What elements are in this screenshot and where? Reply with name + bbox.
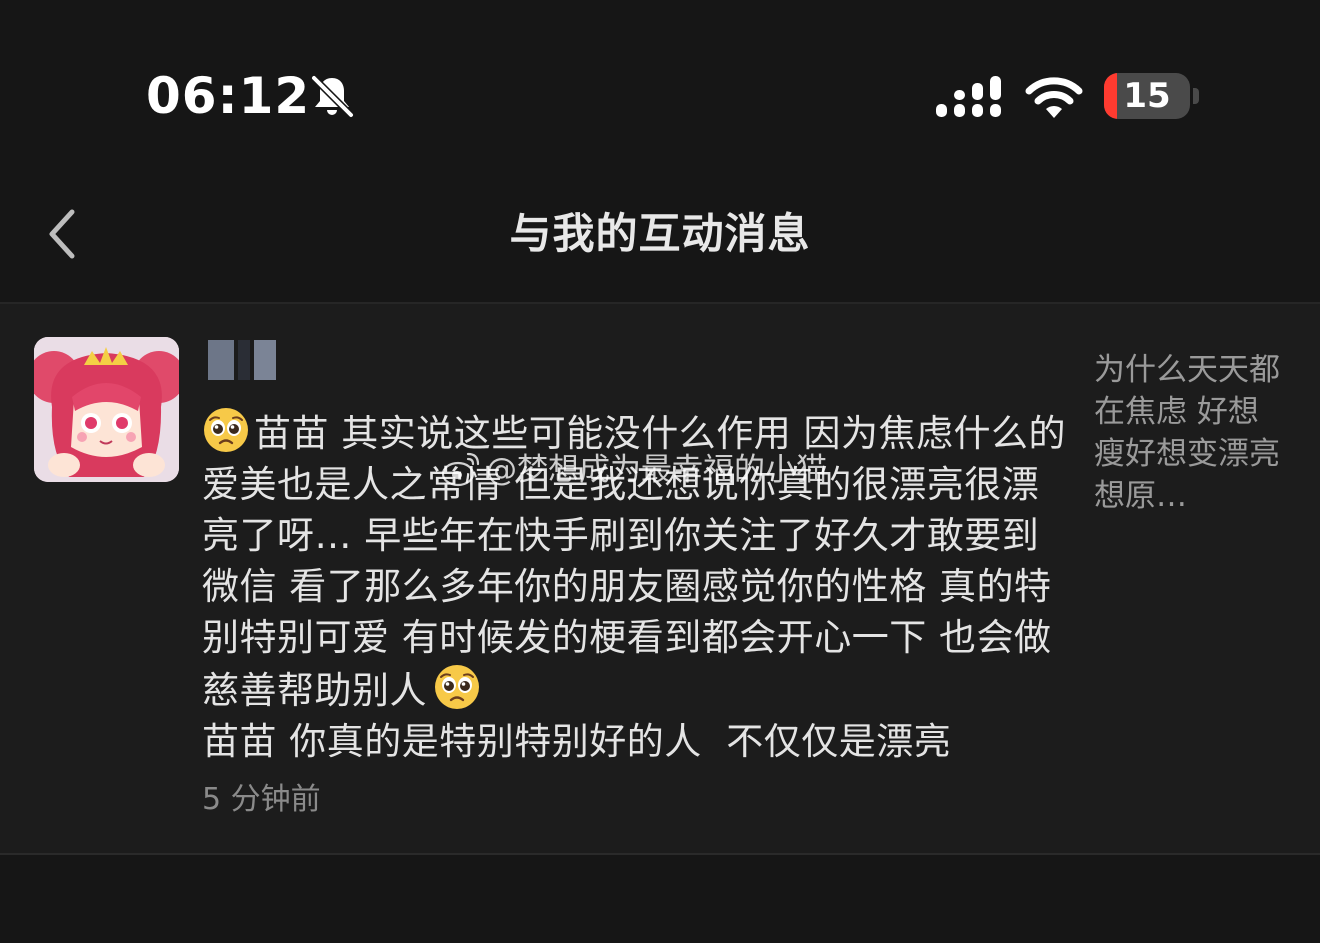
- message-body-line2: 苗苗 你真的是特别特别好的人 不仅仅是漂亮: [202, 720, 952, 763]
- pleading-face-emoji-icon: [435, 665, 479, 709]
- weibo-logo-icon: [441, 452, 480, 487]
- bell-off-icon: [310, 74, 355, 119]
- avatar[interactable]: [34, 337, 179, 482]
- message-card[interactable]: 苗苗 其实说这些可能没什么作用 因为焦虑什么的 爱美也是人之常情 但是我还想说你…: [0, 304, 1320, 854]
- message-timestamp: 5 分钟前: [202, 782, 321, 817]
- watermark: @梦想成为最幸福的小猫: [440, 448, 827, 492]
- battery-icon: 15: [1104, 73, 1190, 119]
- divider: [0, 853, 1320, 855]
- battery-cap: [1193, 88, 1199, 104]
- pleading-face-emoji-icon: [204, 408, 248, 452]
- quoted-post-preview[interactable]: 为什么天天都在焦虑 好想瘦好想变漂亮 想原…: [1094, 349, 1280, 517]
- watermark-text: @梦想成为最幸福的小猫: [486, 452, 827, 488]
- username-redacted: [204, 338, 284, 382]
- page-title: 与我的互动消息: [509, 209, 811, 258]
- status-time: 06:12: [146, 67, 311, 125]
- status-bar: 06:12 15: [0, 0, 1320, 160]
- nav-bar: 与我的互动消息: [0, 160, 1320, 303]
- cell-signal-icon: [936, 76, 1001, 117]
- avatar-image: [34, 337, 179, 482]
- screen: 06:12 15 与我的互动消息 苗苗 其实说这些可能没什么作用 因为焦虑什么的…: [0, 0, 1320, 943]
- wifi-icon: [1025, 77, 1083, 118]
- battery-level: 15: [1123, 76, 1171, 116]
